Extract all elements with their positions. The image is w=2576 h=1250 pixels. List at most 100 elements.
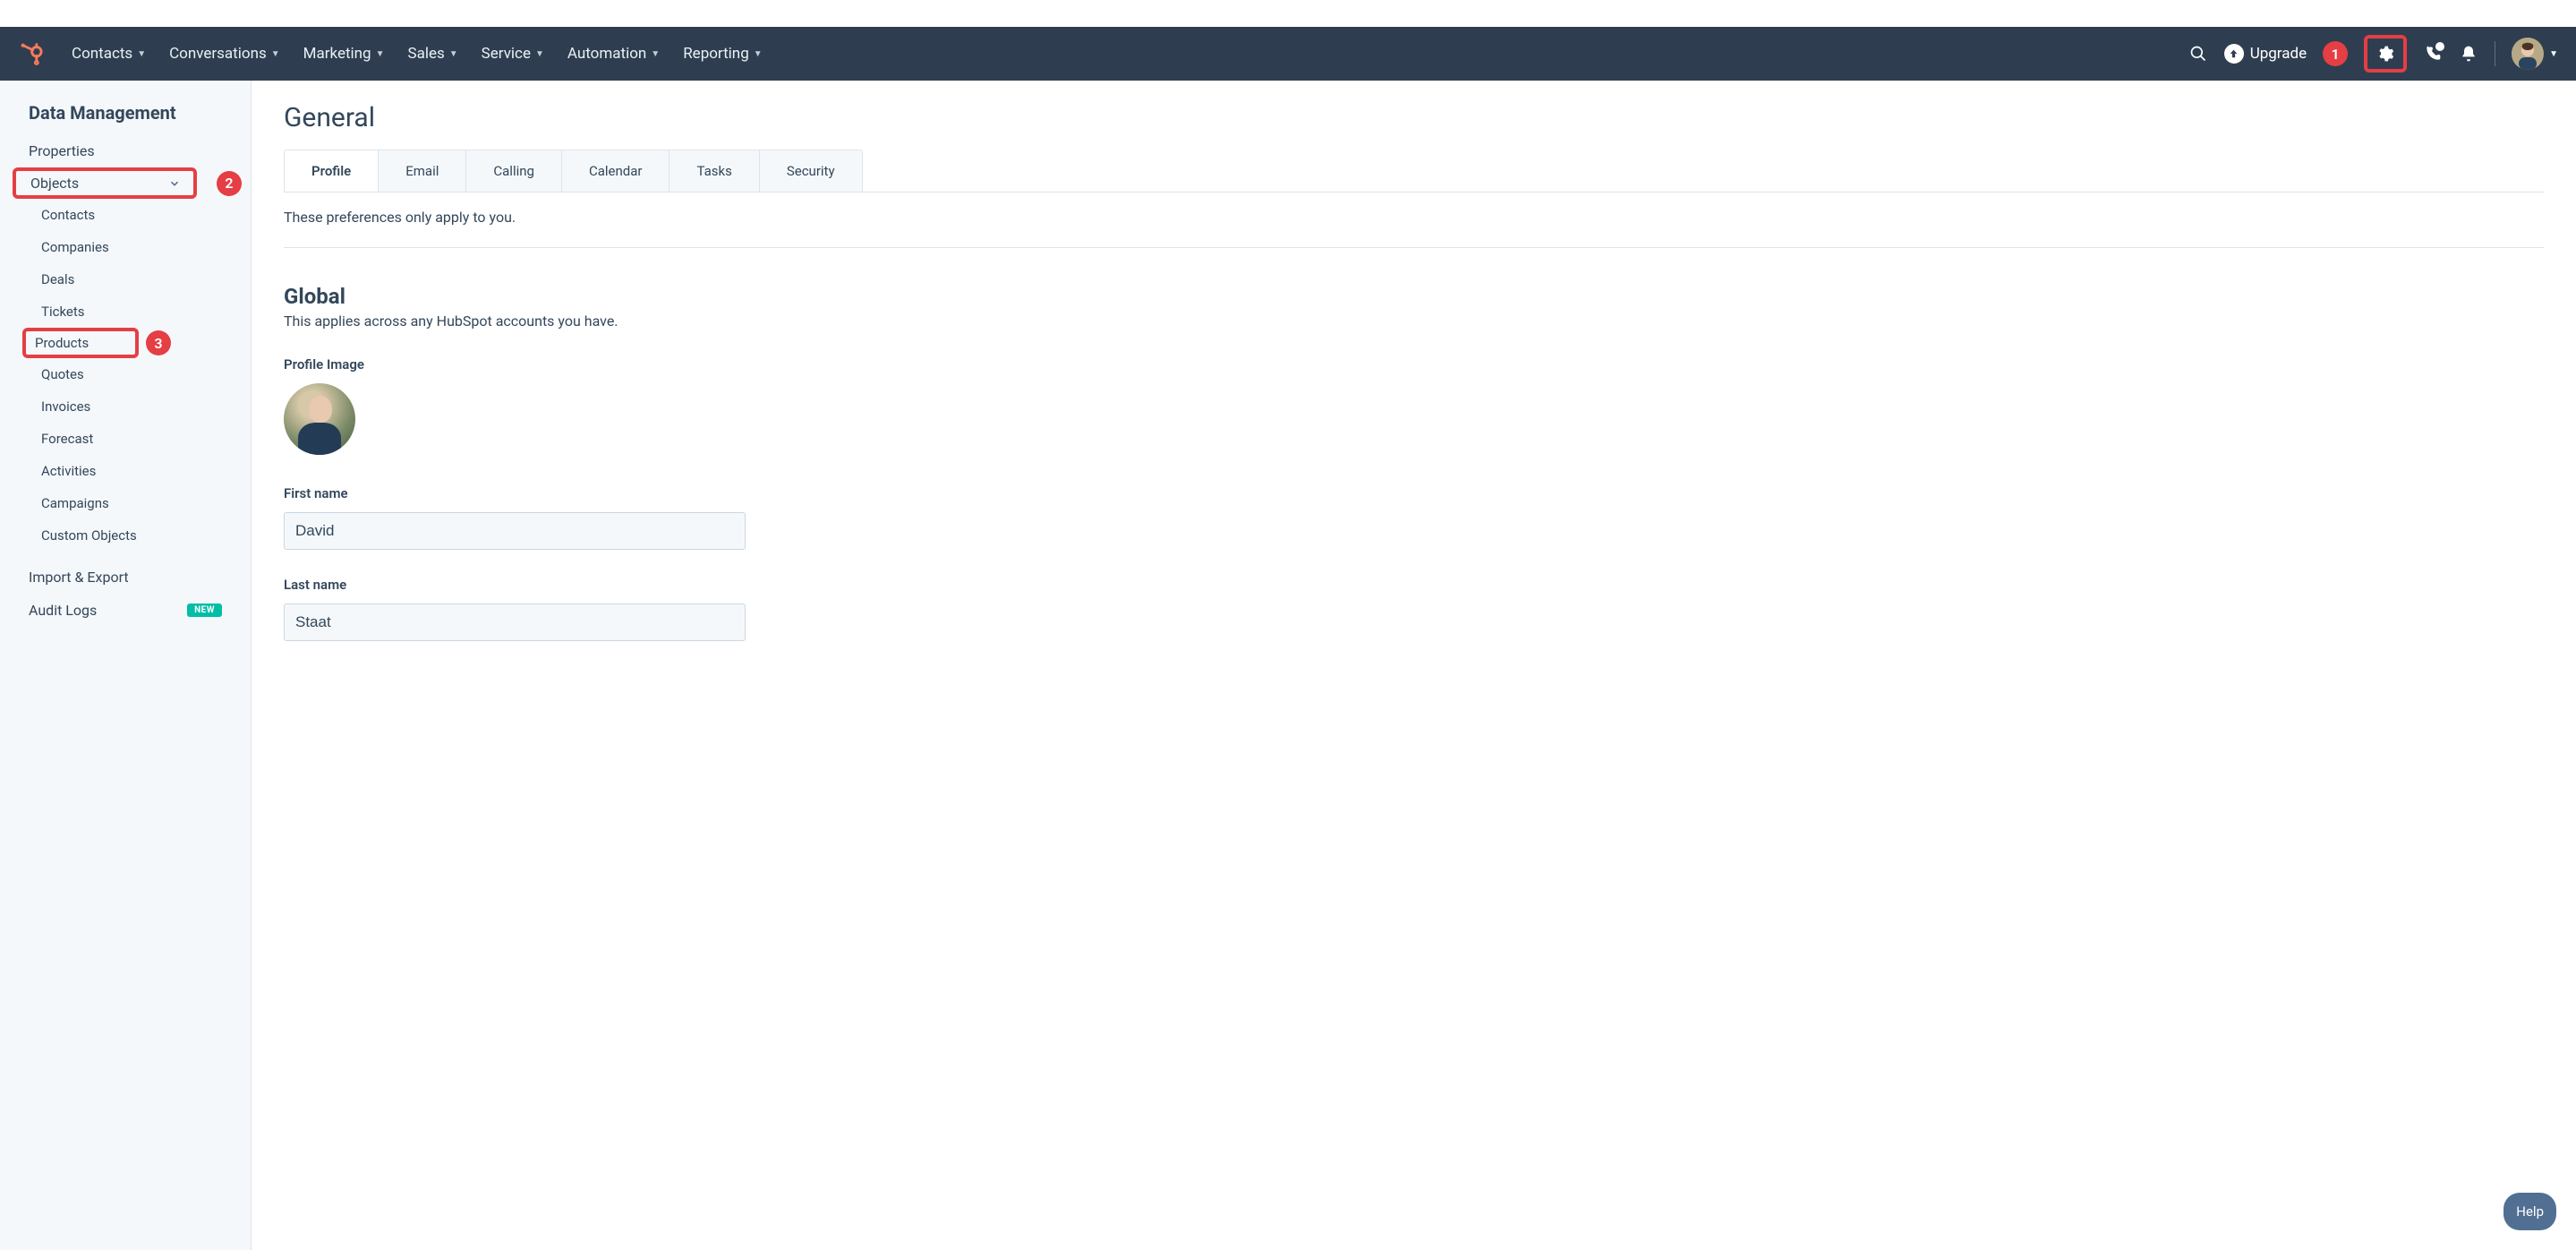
tab-email[interactable]: Email	[379, 150, 466, 192]
phone-status-dot-icon	[2434, 40, 2446, 53]
nav-label: Reporting	[683, 45, 749, 63]
chevron-down-icon: ▼	[651, 49, 660, 59]
tab-label: Calendar	[589, 163, 643, 179]
sidebar-item-label: Forecast	[41, 431, 93, 447]
nav-automation[interactable]: Automation ▼	[567, 45, 660, 63]
topbar: Contacts ▼ Conversations ▼ Marketing ▼ S…	[0, 27, 2576, 81]
nav-label: Service	[482, 45, 531, 63]
first-name-label: First name	[284, 485, 2544, 501]
sidebar-item-quotes[interactable]: Quotes	[0, 358, 251, 390]
new-badge: NEW	[187, 604, 222, 617]
sidebar-item-label: Deals	[41, 271, 74, 287]
sidebar-item-label: Properties	[29, 142, 95, 159]
chevron-down-icon: ▼	[2549, 49, 2558, 59]
section-subtext: This applies across any HubSpot accounts…	[284, 312, 2544, 330]
tab-label: Security	[787, 163, 835, 179]
tab-label: Profile	[311, 163, 351, 179]
callout-badge-2: 2	[217, 171, 242, 196]
sidebar: Data Management Properties Objects 2 Con…	[0, 81, 252, 1250]
nav-label: Contacts	[72, 45, 132, 63]
tab-label: Email	[405, 163, 439, 179]
user-avatar-icon	[2512, 38, 2544, 70]
help-label: Help	[2516, 1203, 2544, 1220]
gear-icon[interactable]	[2376, 44, 2395, 64]
chevron-down-icon	[168, 177, 181, 190]
tab-label: Tasks	[696, 163, 731, 179]
top-navigation: Contacts ▼ Conversations ▼ Marketing ▼ S…	[72, 45, 2188, 63]
tab-label: Calling	[493, 163, 534, 179]
sidebar-item-activities[interactable]: Activities	[0, 455, 251, 487]
nav-contacts[interactable]: Contacts ▼	[72, 45, 146, 63]
upgrade-button[interactable]: Upgrade	[2224, 44, 2307, 64]
search-icon[interactable]	[2188, 44, 2208, 64]
sidebar-item-campaigns[interactable]: Campaigns	[0, 487, 251, 519]
callout-badge-3: 3	[146, 330, 171, 355]
first-name-input[interactable]	[284, 512, 746, 550]
sidebar-item-companies[interactable]: Companies	[0, 231, 251, 263]
sidebar-item-label: Activities	[41, 463, 96, 479]
chevron-down-icon: ▼	[376, 49, 385, 59]
sidebar-item-label: Companies	[41, 239, 109, 255]
nav-label: Automation	[567, 45, 646, 63]
tab-calendar[interactable]: Calendar	[562, 150, 670, 192]
last-name-input[interactable]	[284, 604, 746, 641]
phone-icon[interactable]	[2423, 44, 2443, 64]
tabs-container: Profile Email Calling Calendar Tasks Sec…	[284, 150, 2544, 193]
tab-profile[interactable]: Profile	[285, 150, 379, 192]
sidebar-item-properties[interactable]: Properties	[0, 134, 251, 167]
sidebar-item-contacts[interactable]: Contacts	[0, 199, 251, 231]
tab-tasks[interactable]: Tasks	[670, 150, 759, 192]
nav-reporting[interactable]: Reporting ▼	[683, 45, 762, 63]
profile-image-label: Profile Image	[284, 356, 2544, 372]
tab-calling[interactable]: Calling	[466, 150, 562, 192]
notifications-icon[interactable]	[2459, 44, 2478, 64]
preferences-note: These preferences only apply to you.	[284, 193, 2544, 248]
nav-marketing[interactable]: Marketing ▼	[303, 45, 385, 63]
chevron-down-icon: ▼	[271, 49, 280, 59]
chevron-down-icon: ▼	[754, 49, 763, 59]
sidebar-item-forecast[interactable]: Forecast	[0, 423, 251, 455]
sidebar-item-invoices[interactable]: Invoices	[0, 390, 251, 423]
main-content: General Profile Email Calling Calendar T…	[252, 81, 2576, 1250]
sidebar-item-products-row: Products 3	[0, 328, 251, 358]
sidebar-item-audit-logs[interactable]: Audit Logs NEW	[0, 594, 251, 627]
tabs: Profile Email Calling Calendar Tasks Sec…	[284, 150, 863, 192]
top-right-controls: Upgrade 1	[2188, 35, 2558, 73]
sidebar-item-products[interactable]: Products	[22, 328, 139, 358]
nav-label: Sales	[408, 45, 445, 63]
sidebar-item-deals[interactable]: Deals	[0, 263, 251, 295]
hubspot-logo-icon[interactable]	[18, 40, 45, 67]
nav-service[interactable]: Service ▼	[482, 45, 544, 63]
sidebar-item-label: Tickets	[41, 304, 85, 320]
sidebar-item-label: Custom Objects	[41, 527, 137, 544]
sidebar-item-label: Audit Logs	[29, 602, 97, 619]
sidebar-item-objects-row: Objects 2	[0, 167, 251, 199]
last-name-label: Last name	[284, 577, 2544, 593]
callout-badge-1: 1	[2323, 41, 2348, 66]
chevron-down-icon: ▼	[535, 49, 544, 59]
chevron-down-icon: ▼	[137, 49, 146, 59]
section-heading: Global	[284, 284, 2544, 309]
nav-label: Conversations	[169, 45, 267, 63]
sidebar-item-import-export[interactable]: Import & Export	[0, 561, 251, 594]
nav-label: Marketing	[303, 45, 371, 63]
sidebar-item-tickets[interactable]: Tickets	[0, 295, 251, 328]
upgrade-arrow-icon	[2224, 44, 2244, 64]
sidebar-item-label: Contacts	[41, 207, 95, 223]
profile-image[interactable]	[284, 383, 355, 455]
upgrade-label: Upgrade	[2250, 45, 2307, 63]
nav-sales[interactable]: Sales ▼	[408, 45, 458, 63]
nav-conversations[interactable]: Conversations ▼	[169, 45, 280, 63]
sidebar-heading: Data Management	[0, 102, 251, 134]
sidebar-item-label: Objects	[30, 175, 79, 192]
sidebar-item-custom-objects[interactable]: Custom Objects	[0, 519, 251, 552]
chevron-down-icon: ▼	[449, 49, 458, 59]
sidebar-item-objects[interactable]: Objects	[13, 167, 197, 199]
content-layout: Data Management Properties Objects 2 Con…	[0, 81, 2576, 1250]
sidebar-item-label: Products	[35, 335, 89, 351]
account-menu[interactable]: ▼	[2512, 38, 2558, 70]
help-button[interactable]: Help	[2503, 1193, 2556, 1230]
page-title: General	[284, 102, 2544, 133]
sidebar-item-label: Campaigns	[41, 495, 109, 511]
tab-security[interactable]: Security	[760, 150, 862, 192]
